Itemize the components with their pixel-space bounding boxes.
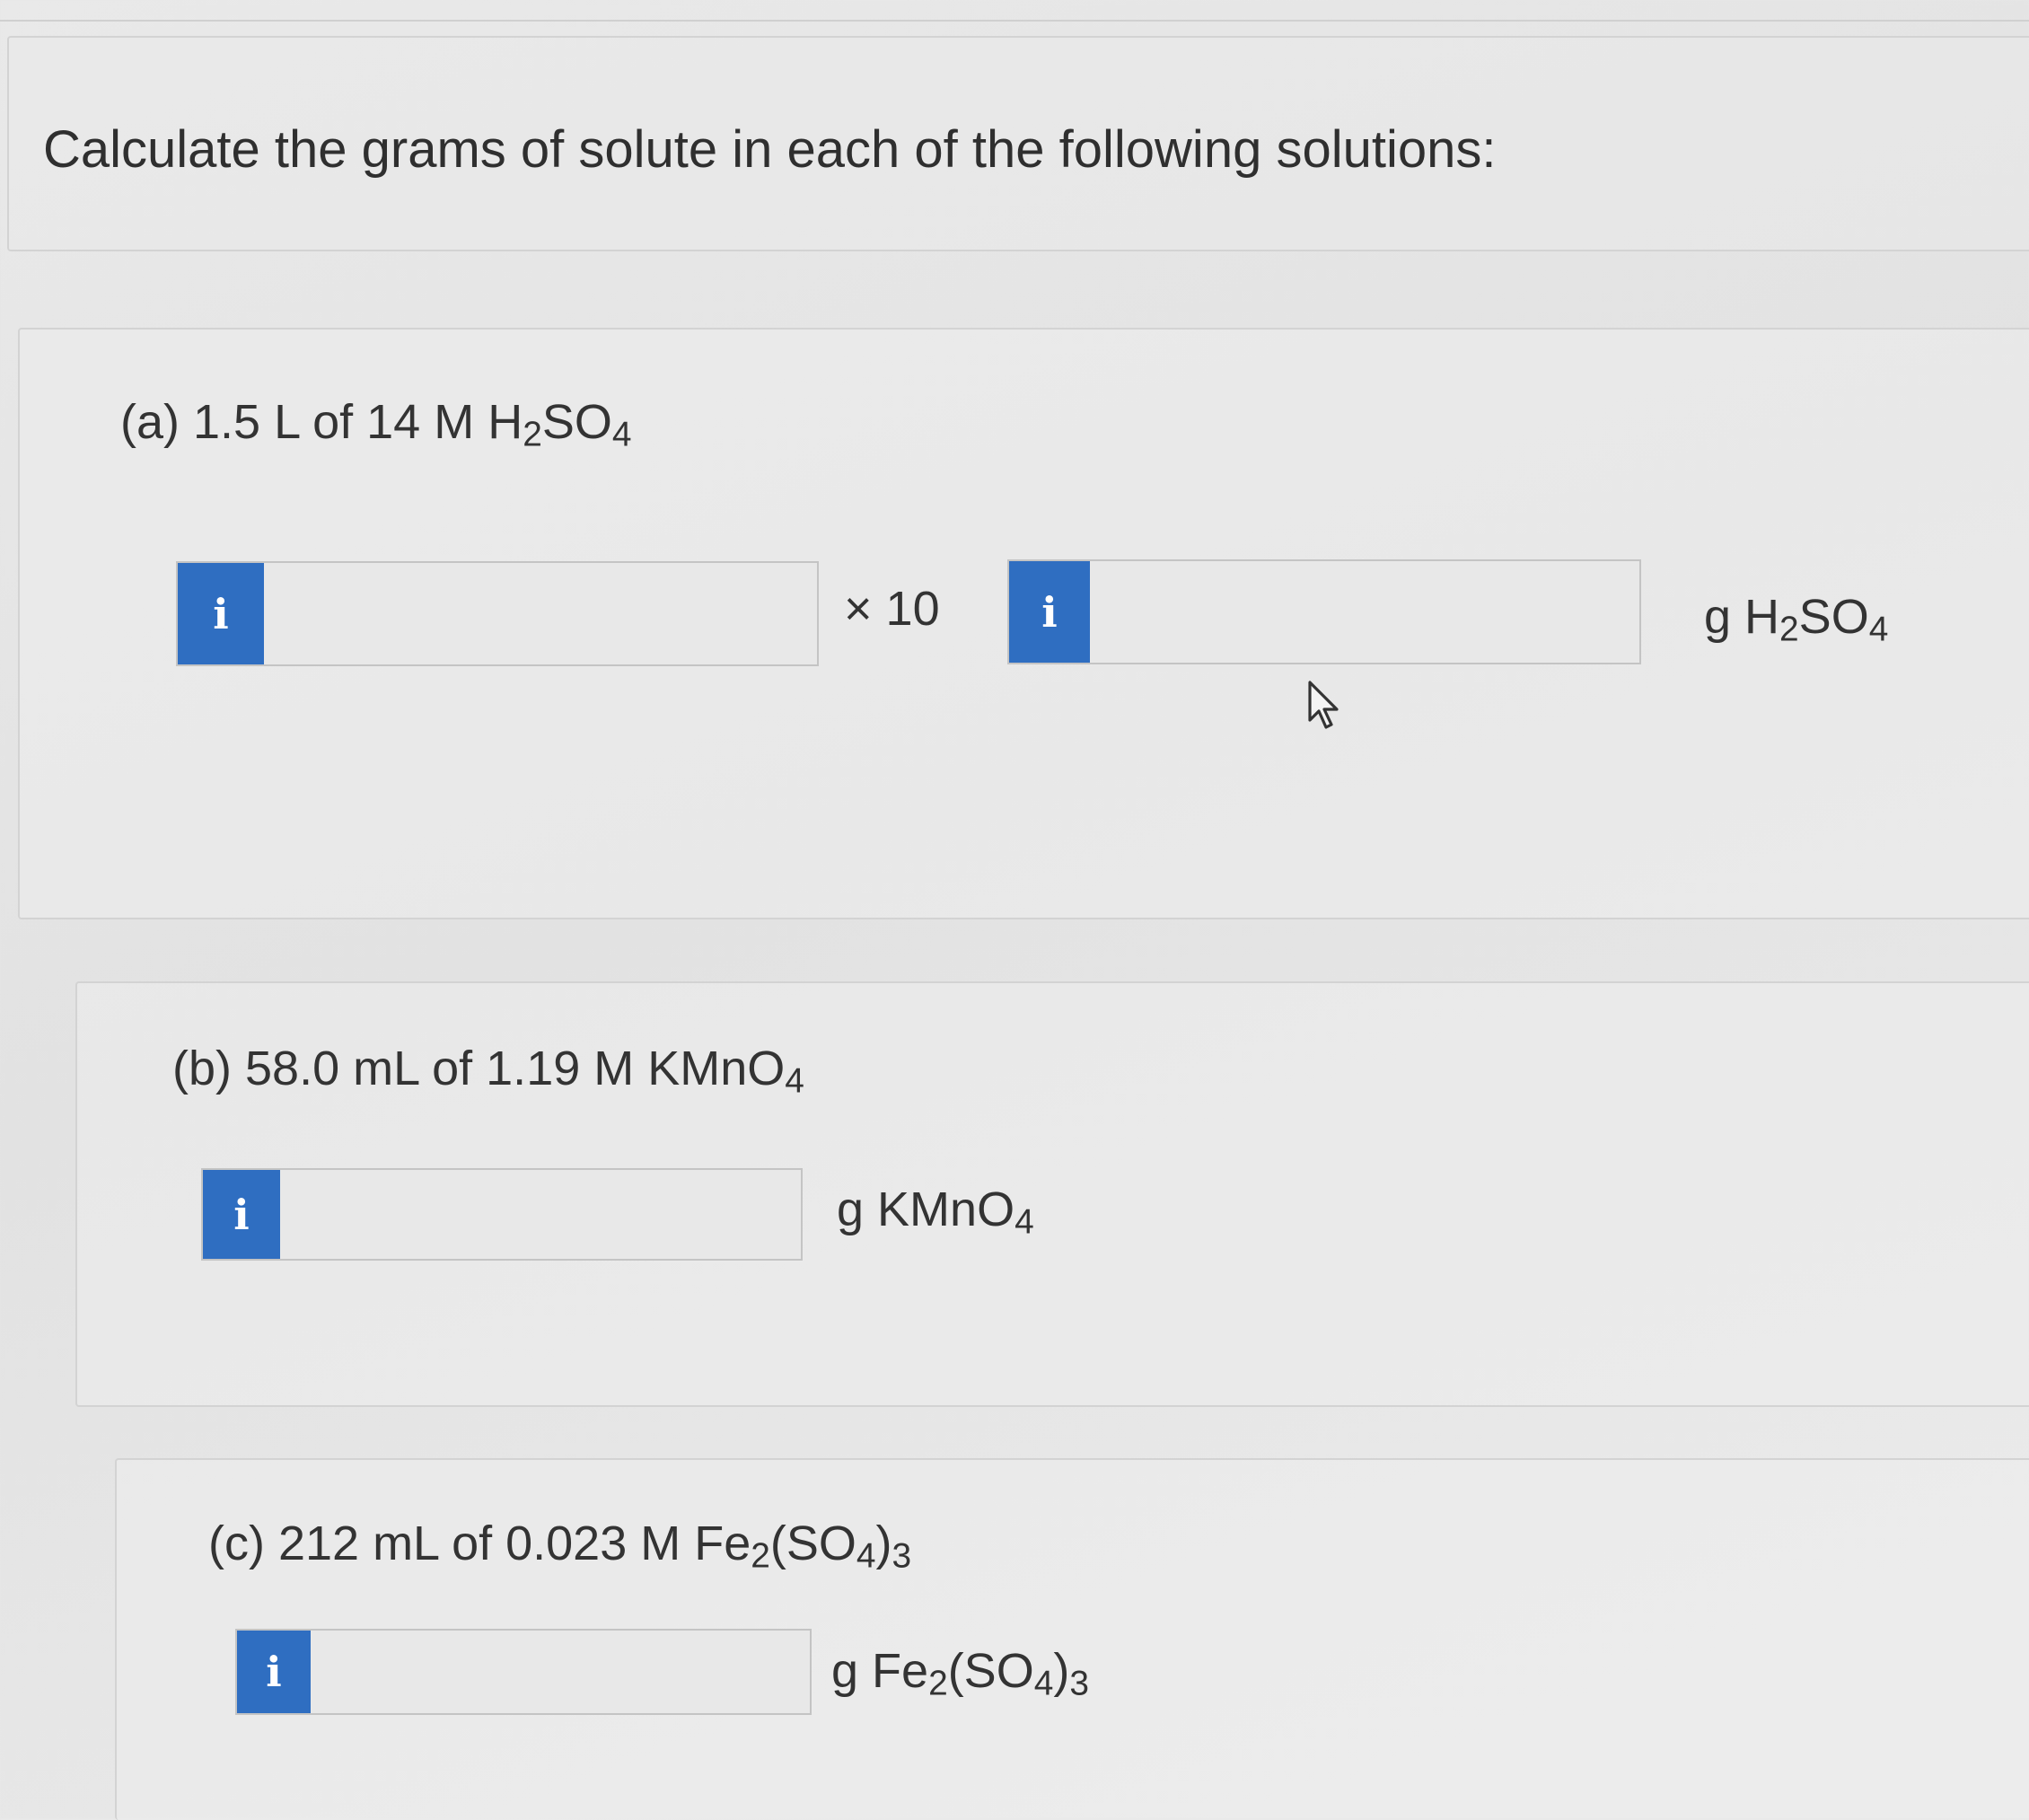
part-a-unit: g H2SO4 bbox=[1704, 590, 1889, 649]
top-divider bbox=[0, 20, 2029, 22]
part-b-unit: g KMnO4 bbox=[837, 1183, 1034, 1242]
part-a-exponent-answer: i bbox=[1007, 559, 1641, 664]
info-icon[interactable]: i bbox=[237, 1631, 311, 1713]
times-ten-label: × 10 bbox=[844, 582, 940, 636]
question-prompt: Calculate the grams of solute in each of… bbox=[43, 120, 1497, 179]
part-c-input[interactable] bbox=[311, 1631, 856, 1713]
info-icon[interactable]: i bbox=[178, 563, 264, 664]
part-a-mantissa-answer: i bbox=[176, 561, 819, 666]
part-a-exponent-input[interactable] bbox=[1090, 561, 1639, 663]
part-b-answer: i bbox=[201, 1168, 825, 1261]
part-c-answer: i bbox=[235, 1629, 856, 1715]
part-b-input[interactable] bbox=[280, 1170, 825, 1259]
mouse-pointer-icon bbox=[1308, 681, 1339, 729]
part-b-label: (b) 58.0 mL of 1.19 M KMnO4 bbox=[172, 1042, 804, 1101]
info-icon[interactable]: i bbox=[1009, 561, 1090, 663]
info-icon[interactable]: i bbox=[203, 1170, 280, 1259]
part-c-unit: g Fe2(SO4)3 bbox=[831, 1644, 1089, 1703]
part-a-label: (a) 1.5 L of 14 M H2SO4 bbox=[120, 395, 632, 454]
part-c-label: (c) 212 mL of 0.023 M Fe2(SO4)3 bbox=[208, 1517, 912, 1576]
part-a-mantissa-input[interactable] bbox=[264, 563, 817, 664]
